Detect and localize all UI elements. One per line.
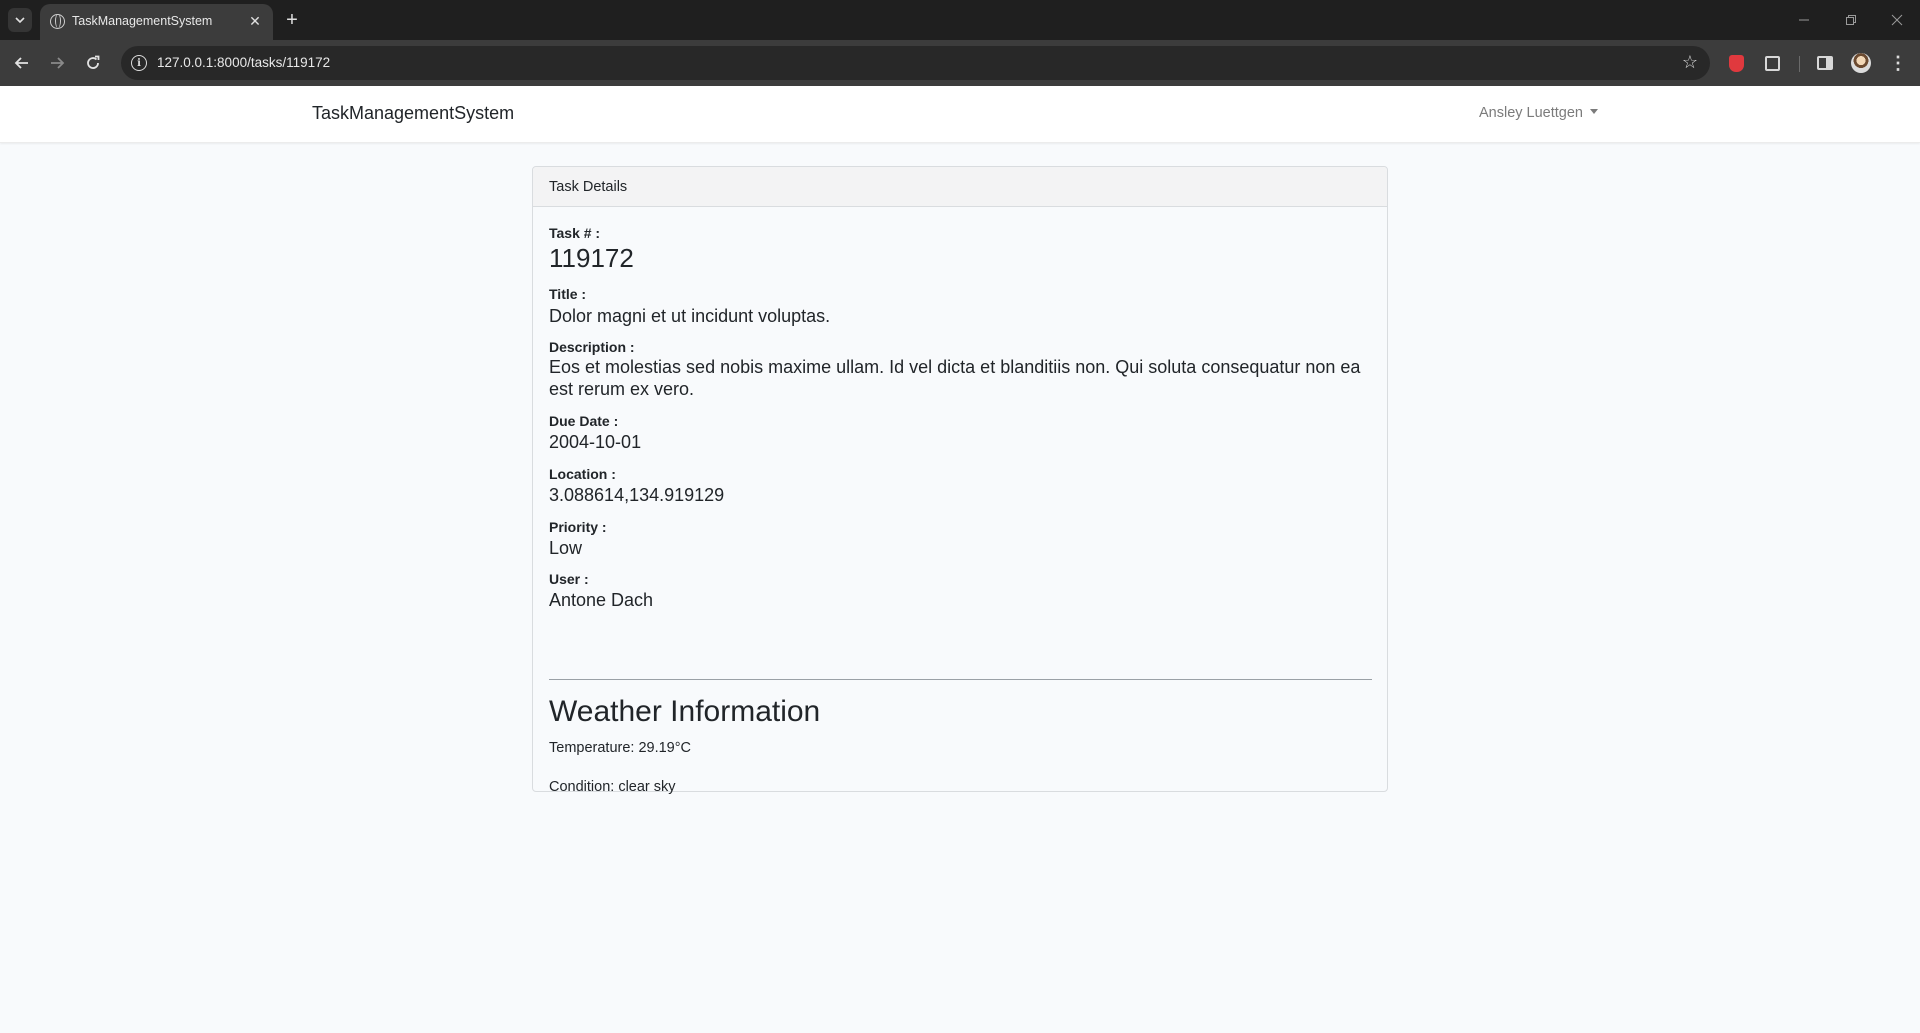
user-name: Ansley Luettgen <box>1479 105 1583 121</box>
location-value: 3.088614,134.919129 <box>549 485 725 505</box>
toolbar-divider <box>1799 56 1800 72</box>
extension-icon[interactable] <box>1725 52 1747 74</box>
site-info-icon[interactable]: i <box>131 55 147 71</box>
browser-tab[interactable]: TaskManagementSystem ✕ <box>40 4 273 40</box>
browser-tab-bar: TaskManagementSystem ✕ + <box>0 0 1920 40</box>
card-header: Task Details <box>533 167 1387 207</box>
title-value: Dolor magni et ut incidunt voluptas. <box>549 306 831 326</box>
task-details-card: Task Details Task # : 119172 Title : Dol… <box>532 166 1388 795</box>
title-label: Title : <box>549 286 587 302</box>
star-icon[interactable]: ☆ <box>1682 52 1698 73</box>
forward-icon[interactable] <box>44 50 70 76</box>
caret-down-icon <box>1590 108 1598 114</box>
url-text[interactable]: 127.0.0.1:8000/tasks/119172 <box>157 55 330 70</box>
close-tab-icon[interactable]: ✕ <box>245 11 265 31</box>
app-navbar: TaskManagementSystem Ansley Luettgen <box>0 86 1920 143</box>
due-date-label: Due Date : <box>549 413 619 429</box>
task-number-label: Task # : <box>549 225 601 241</box>
task-number-value: 119172 <box>549 243 634 273</box>
minimize-icon[interactable] <box>1789 8 1819 32</box>
browser-toolbar: i 127.0.0.1:8000/tasks/119172 ☆ ⋮ <box>0 40 1920 86</box>
restore-icon[interactable] <box>1836 8 1866 32</box>
puzzle-icon[interactable] <box>1761 52 1783 74</box>
reload-icon[interactable] <box>80 50 106 76</box>
tab-title: TaskManagementSystem <box>72 14 213 28</box>
weather-temperature: Temperature: 29.19°C <box>549 740 692 756</box>
user-dropdown[interactable]: Ansley Luettgen <box>1479 105 1598 121</box>
user-label: User : <box>549 571 589 587</box>
section-divider <box>549 679 1372 680</box>
user-value: Antone Dach <box>549 590 654 610</box>
kebab-menu-icon[interactable]: ⋮ <box>1887 52 1909 74</box>
weather-title: Weather Information <box>549 695 821 728</box>
priority-label: Priority : <box>549 519 607 535</box>
priority-value: Low <box>549 538 583 558</box>
back-icon[interactable] <box>9 50 35 76</box>
weather-condition: Condition: clear sky <box>549 779 676 795</box>
description-label: Description : <box>549 339 635 355</box>
new-tab-icon[interactable]: + <box>280 8 304 32</box>
close-window-icon[interactable] <box>1882 8 1912 32</box>
globe-icon <box>50 14 65 29</box>
address-bar[interactable]: i 127.0.0.1:8000/tasks/119172 ☆ <box>121 46 1710 80</box>
description-value: Eos et molestias sed nobis maxime ullam.… <box>549 357 1361 399</box>
side-panel-icon[interactable] <box>1814 52 1836 74</box>
tab-list-icon[interactable] <box>8 8 32 32</box>
location-label: Location : <box>549 466 616 482</box>
due-date-value: 2004-10-01 <box>549 432 642 452</box>
brand-link[interactable]: TaskManagementSystem <box>312 103 514 124</box>
profile-avatar[interactable] <box>1850 52 1872 74</box>
